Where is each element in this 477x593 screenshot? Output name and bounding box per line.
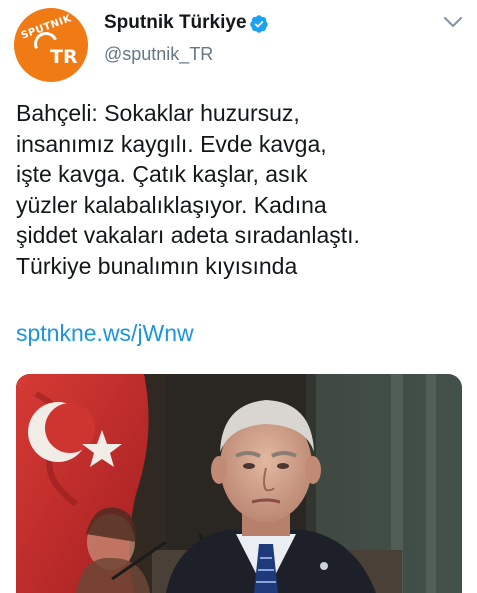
tweet-text: Bahçeli: Sokaklar huzursuz, insanımız ka… (16, 98, 466, 281)
tweet-text-line: insanımız kaygılı. Evde kavga, (16, 130, 327, 157)
tweet-card: SPUTNIK TR Sputnik Türkiye @sputnik_TR B… (0, 0, 477, 593)
chevron-down-icon[interactable] (442, 14, 464, 30)
tweet-media-photo[interactable] (16, 374, 462, 593)
tweet-text-line: şiddet vakaları adeta sıradanlaştı. (16, 222, 360, 248)
tweet-text-line: Türkiye bunalımın kıyısında (16, 252, 298, 279)
tweet-text-line: Bahçeli: Sokaklar huzursuz, (16, 100, 300, 126)
tweet-text-line: işte kavga. Çatık kaşlar, asık (16, 161, 308, 187)
display-name[interactable]: Sputnik Türkiye (104, 12, 247, 34)
photo-illustration (16, 374, 462, 593)
tweet-link[interactable]: sptnkne.ws/jWnw (16, 318, 194, 348)
account-handle[interactable]: @sputnik_TR (104, 44, 213, 65)
tweet-text-line: yüzler kalabalıklaşıyor. Kadına (16, 191, 327, 218)
avatar-logo-tr: TR (50, 46, 78, 68)
avatar[interactable]: SPUTNIK TR (14, 8, 88, 82)
verified-badge-icon (250, 15, 268, 33)
